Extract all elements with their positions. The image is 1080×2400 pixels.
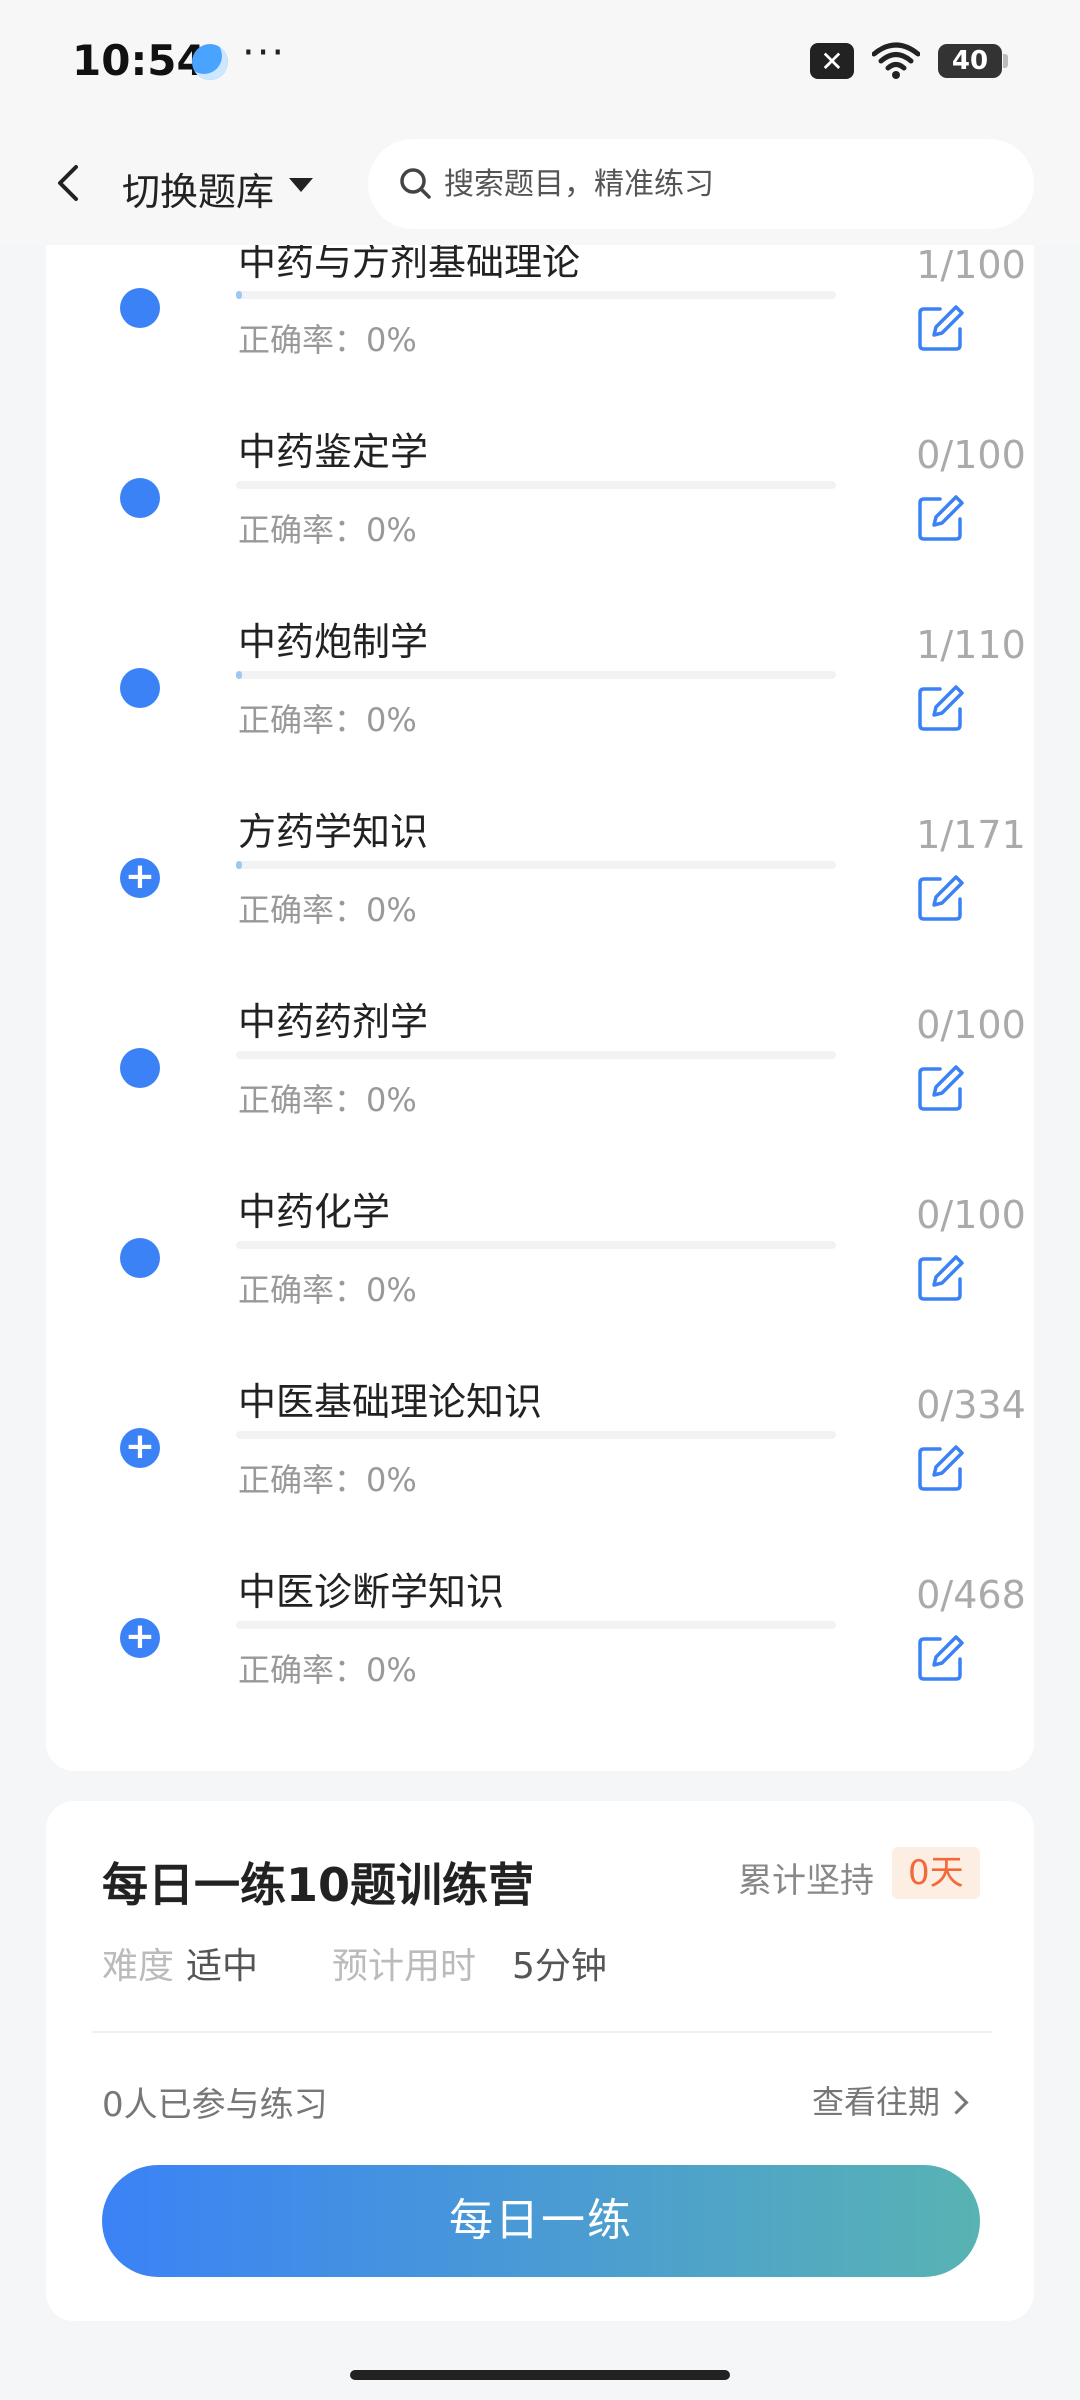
progress-bar	[236, 1051, 836, 1059]
question-count: 0/100	[916, 1193, 1026, 1237]
subject-item[interactable]: + 方药学知识正确率：0% 1/171	[46, 803, 1034, 993]
accuracy-rate: 正确率：0%	[238, 1271, 417, 1309]
progress-bar	[236, 291, 836, 299]
difficulty-label: 难度	[102, 1946, 175, 1987]
expand-plus-icon[interactable]: +	[120, 858, 160, 898]
edit-practice-icon[interactable]	[914, 301, 968, 355]
accuracy-rate: 正确率：0%	[238, 701, 417, 739]
switch-bank-button[interactable]: 切换题库	[122, 161, 274, 216]
progress-bar	[236, 671, 836, 679]
bullet-dot-icon	[120, 1238, 160, 1278]
app-notification-icon	[192, 44, 228, 80]
edit-practice-icon[interactable]	[914, 1061, 968, 1115]
daily-title: 每日一练10题训练营	[102, 1858, 535, 1912]
caret-down-icon[interactable]	[286, 173, 316, 197]
question-count: 1/110	[916, 623, 1026, 667]
subject-list: 中药与方剂基础理论 正确率：0% 1/100 中药鉴定学 正确率：0% 0/100 中药炮制…	[46, 245, 1034, 1771]
accuracy-rate: 正确率：0%	[238, 1651, 417, 1689]
search-icon	[400, 168, 431, 199]
subject-name: 中医诊断学知识	[238, 1570, 505, 1614]
wifi-icon	[872, 42, 920, 79]
divider	[92, 2031, 992, 2033]
participants-count: 0人已参与练习	[102, 2085, 328, 2125]
subject-name: 中药药剂学	[238, 1000, 429, 1044]
home-indicator[interactable]	[350, 2370, 730, 2380]
accuracy-rate: 正确率：0%	[238, 1081, 417, 1119]
edit-practice-icon[interactable]	[914, 1441, 968, 1495]
progress-fill	[236, 671, 242, 679]
edit-practice-icon[interactable]	[914, 491, 968, 545]
edit-practice-icon[interactable]	[914, 871, 968, 925]
daily-practice-button[interactable]: 每日一练	[102, 2165, 980, 2277]
progress-bar	[236, 861, 836, 869]
progress-fill	[236, 861, 242, 869]
chevron-right-icon	[944, 2090, 969, 2115]
search-bar[interactable]	[368, 139, 1034, 229]
question-count: 1/100	[916, 245, 1026, 287]
history-link-label: 查看往期	[812, 2083, 941, 2121]
streak-badge: 0天	[892, 1847, 980, 1899]
subject-name: 中药化学	[238, 1190, 391, 1234]
subject-item[interactable]: 中药化学正确率：0% 0/100	[46, 1183, 1034, 1373]
bullet-dot-icon	[120, 668, 160, 708]
close-box-icon: ✕	[810, 43, 854, 79]
subject-name: 方药学知识	[238, 810, 429, 854]
subject-item[interactable]: 中药药剂学正确率：0% 0/100	[46, 993, 1034, 1183]
progress-fill	[236, 291, 242, 299]
expand-plus-icon[interactable]: +	[120, 1618, 160, 1658]
subject-item[interactable]: 中药炮制学正确率：0% 1/110	[46, 613, 1034, 803]
question-count: 0/468	[916, 1573, 1026, 1617]
progress-bar	[236, 481, 836, 489]
expand-plus-icon[interactable]: +	[120, 1428, 160, 1468]
accuracy-rate: 正确率：0%	[238, 1461, 417, 1499]
question-count: 0/100	[916, 433, 1026, 477]
progress-bar	[236, 1431, 836, 1439]
edit-practice-icon[interactable]	[914, 681, 968, 735]
bullet-dot-icon	[120, 1048, 160, 1088]
accuracy-rate: 正确率：0%	[238, 891, 417, 929]
battery-icon: 40	[938, 44, 1008, 78]
progress-bar	[236, 1621, 836, 1629]
back-arrow-icon[interactable]	[40, 153, 100, 213]
time-value: 5分钟	[512, 1946, 607, 1987]
edit-practice-icon[interactable]	[914, 1631, 968, 1685]
daily-practice-card: 每日一练10题训练营 累计坚持 0天 难度 适中 预计用时 5分钟 0人已参与练…	[46, 1801, 1034, 2321]
history-link[interactable]: 查看往期	[812, 2077, 969, 2123]
subject-item[interactable]: + 中医诊断学知识正确率：0% 0/468	[46, 1563, 1034, 1753]
status-icons: ✕ 40	[810, 42, 1008, 80]
search-input[interactable]	[442, 165, 1006, 203]
streak-label: 累计坚持	[738, 1861, 874, 1901]
accuracy-rate: 正确率：0%	[238, 511, 417, 549]
subject-item[interactable]: 中药与方剂基础理论 正确率：0% 1/100	[46, 245, 1034, 423]
subject-item[interactable]: 中药鉴定学正确率：0% 0/100	[46, 423, 1034, 613]
accuracy-rate: 正确率：0%	[238, 321, 417, 359]
subject-name: 中药炮制学	[238, 620, 429, 664]
more-notifications-icon: ···	[242, 30, 287, 76]
bullet-dot-icon	[120, 478, 160, 518]
question-count: 1/171	[916, 813, 1026, 857]
question-count: 0/334	[916, 1383, 1026, 1427]
progress-bar	[236, 1241, 836, 1249]
status-time: 10:54	[72, 36, 206, 85]
top-header: 切换题库	[0, 125, 1080, 245]
bullet-dot-icon	[120, 288, 160, 328]
subject-item[interactable]: + 中医基础理论知识正确率：0% 0/334	[46, 1373, 1034, 1563]
edit-practice-icon[interactable]	[914, 1251, 968, 1305]
status-bar: 10:54 ··· ✕ 40	[0, 0, 1080, 125]
time-label: 预计用时	[332, 1946, 477, 1987]
subject-name: 中药与方剂基础理论	[238, 245, 581, 284]
question-count: 0/100	[916, 1003, 1026, 1047]
subject-name: 中医基础理论知识	[238, 1380, 543, 1424]
subject-name: 中药鉴定学	[238, 430, 429, 474]
difficulty-value: 适中	[186, 1946, 259, 1987]
